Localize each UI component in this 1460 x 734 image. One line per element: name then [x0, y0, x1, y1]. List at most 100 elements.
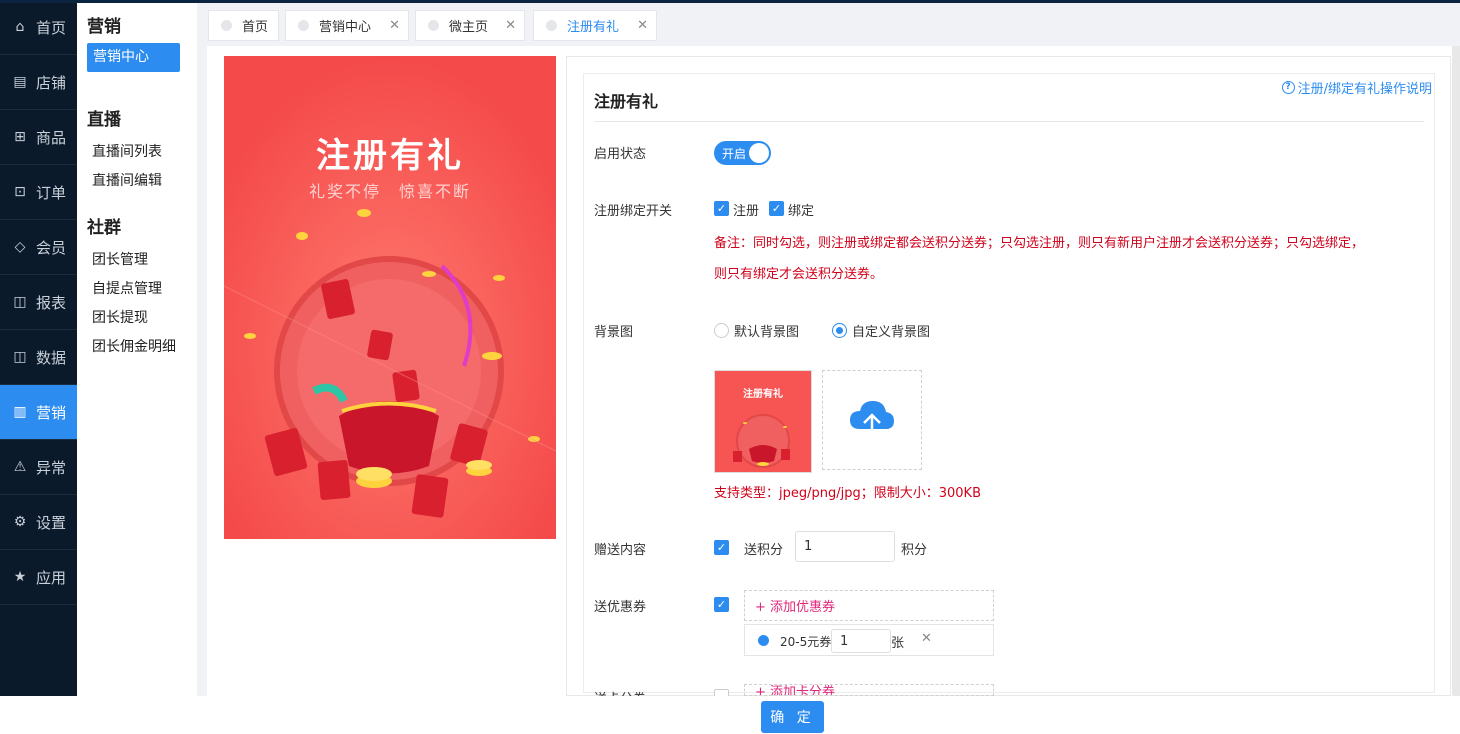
nav-item-label: 商品 — [36, 128, 67, 147]
submenu-item-pickup-manage[interactable]: 自提点管理 — [77, 275, 197, 304]
tab-label: 营销中心 — [319, 20, 372, 35]
sub-menu: 营销 营销中心 直播 直播间列表 直播间编辑 社群 团长管理 自提点管理 团长提… — [77, 0, 197, 734]
coupon-label: 送优惠券 — [594, 600, 647, 615]
thumbnail-title: 注册有礼 — [743, 389, 783, 400]
warning-icon: ⚠ — [13, 459, 27, 475]
default-bg-label: 默认背景图 — [734, 325, 800, 340]
store-icon: ▤ — [13, 74, 27, 90]
status-label: 启用状态 — [594, 147, 647, 162]
tab-dot-icon — [428, 20, 439, 31]
nav-item-orders[interactable]: ⊡ 订单 — [0, 165, 77, 220]
nav-item-members[interactable]: ◇ 会员 — [0, 220, 77, 275]
note-line-2: 则只有绑定才会送积分送券。 — [714, 267, 884, 282]
nav-item-exceptions[interactable]: ⚠ 异常 — [0, 440, 77, 495]
tab-bar: 首页 营销中心 ✕ 微主页 ✕ 注册有礼 ✕ — [197, 3, 1460, 46]
nav-item-label: 订单 — [36, 183, 67, 202]
coupon-item: 20-5元券 张 ✕ — [744, 624, 994, 656]
bind-checkbox[interactable]: ✓ — [769, 201, 784, 216]
tab-dot-icon — [221, 20, 232, 31]
tab-home[interactable]: 首页 — [208, 10, 279, 41]
coupon-checkbox[interactable]: ✓ — [714, 597, 729, 612]
status-switch[interactable]: 开启 — [714, 141, 771, 165]
confirm-button[interactable]: 确 定 — [761, 701, 824, 733]
submenu-item-marketing-center[interactable]: 营销中心 — [87, 43, 180, 72]
nav-item-apps[interactable]: ★ 应用 — [0, 550, 77, 605]
nav-item-goods[interactable]: ⊞ 商品 — [0, 110, 77, 165]
submenu-item-live-edit[interactable]: 直播间编辑 — [77, 167, 197, 196]
close-icon[interactable]: ✕ — [637, 18, 648, 33]
home-icon: ⌂ — [15, 19, 25, 35]
nav-item-data[interactable]: ◫ 数据 — [0, 330, 77, 385]
main-nav: ⌂ 首页 ▤ 店铺 ⊞ 商品 ⊡ 订单 ◇ 会员 ◫ 报表 ◫ 数据 ▥ 营销 ⚠ 异常 ⚙ 设置 … — [0, 0, 77, 734]
tab-dot-icon — [298, 20, 309, 31]
footer-bar — [0, 696, 1460, 734]
form-title: 注册有礼 — [594, 92, 659, 111]
poster-preview: 注册有礼 礼奖不停 惊喜不断 — [224, 56, 556, 539]
switch-knob — [749, 143, 769, 163]
points-unit: 积分 — [901, 543, 928, 558]
tab-label: 首页 — [242, 20, 269, 35]
question-circle-icon: ? — [1281, 81, 1295, 94]
submenu-group-title: 直播 — [87, 110, 121, 130]
coupon-qty-input[interactable] — [831, 629, 891, 653]
add-card-coupon-button[interactable]: + 添加卡分券 — [744, 684, 994, 696]
tab-label: 微主页 — [449, 20, 489, 35]
coupon-qty-unit: 张 — [891, 636, 905, 651]
poster-subtitle: 礼奖不停 惊喜不断 — [308, 182, 471, 201]
content-scrollbar[interactable] — [1452, 46, 1460, 696]
nav-item-label: 报表 — [36, 293, 67, 312]
default-bg-radio[interactable] — [714, 323, 729, 338]
nav-item-reports[interactable]: ◫ 报表 — [0, 275, 77, 330]
points-input[interactable] — [795, 531, 895, 562]
gift-icon: ⊞ — [14, 129, 26, 145]
submenu-item-leader-manage[interactable]: 团长管理 — [77, 246, 197, 275]
tab-micro-home[interactable]: 微主页 ✕ — [415, 10, 525, 41]
background-label: 背景图 — [594, 325, 634, 340]
nav-item-label: 数据 — [36, 348, 67, 367]
help-link-text: 注册/绑定有礼操作说明 — [1297, 82, 1432, 97]
nav-item-home[interactable]: ⌂ 首页 — [0, 0, 77, 55]
gift-content-label: 赠送内容 — [594, 543, 647, 558]
tab-register-gift[interactable]: 注册有礼 ✕ — [533, 10, 657, 41]
custom-bg-label: 自定义背景图 — [852, 325, 931, 340]
help-link[interactable]: ? 注册/绑定有礼操作说明 — [1281, 78, 1432, 97]
nav-item-label: 首页 — [36, 18, 67, 37]
tab-dot-icon — [546, 20, 557, 31]
close-icon[interactable]: ✕ — [921, 631, 932, 646]
submenu-item-leader-withdraw[interactable]: 团长提现 — [77, 304, 197, 333]
lock-icon: ◫ — [13, 349, 27, 365]
coupon-dot-icon — [758, 635, 769, 646]
points-checkbox[interactable]: ✓ — [714, 540, 729, 555]
order-icon: ⊡ — [14, 184, 26, 200]
settings-panel: 注册有礼 ? 注册/绑定有礼操作说明 启用状态 开启 注册绑定开关 ✓ 注册 ✓ … — [566, 56, 1451, 707]
submenu-item-live-list[interactable]: 直播间列表 — [77, 138, 197, 167]
background-thumbnail[interactable]: 注册有礼 — [714, 370, 812, 473]
settings-form: 注册有礼 ? 注册/绑定有礼操作说明 启用状态 开启 注册绑定开关 ✓ 注册 ✓ … — [583, 73, 1435, 707]
nav-item-marketing[interactable]: ▥ 营销 — [0, 385, 77, 440]
nav-item-label: 店铺 — [36, 73, 67, 92]
gear-icon: ⚙ — [13, 514, 27, 530]
bind-label: 注册绑定开关 — [594, 204, 673, 219]
title-divider — [594, 121, 1424, 122]
note-line-1: 备注：同时勾选，则注册或绑定都会送积分送券；只勾选注册，则只有新用户注册才会送积… — [714, 236, 1365, 251]
submenu-item-leader-commission[interactable]: 团长佣金明细 — [77, 333, 197, 362]
poster-title: 注册有礼 — [316, 136, 464, 176]
close-icon[interactable]: ✕ — [505, 18, 516, 33]
nav-item-store[interactable]: ▤ 店铺 — [0, 55, 77, 110]
register-checkbox[interactable]: ✓ — [714, 201, 729, 216]
nav-item-settings[interactable]: ⚙ 设置 — [0, 495, 77, 550]
nav-item-label: 营销 — [36, 403, 67, 422]
upload-button[interactable] — [822, 370, 922, 470]
bind-checkbox-label: 绑定 — [788, 204, 815, 219]
star-icon: ★ — [13, 569, 27, 585]
diamond-icon: ◇ — [14, 239, 26, 255]
nav-item-label: 应用 — [36, 568, 67, 587]
close-icon[interactable]: ✕ — [389, 18, 400, 33]
cloud-upload-icon — [850, 401, 894, 439]
add-coupon-button[interactable]: + 添加优惠券 — [744, 590, 994, 621]
tab-marketing-center[interactable]: 营销中心 ✕ — [285, 10, 409, 41]
upload-hint: 支持类型：jpeg/png/jpg；限制大小：300KB — [714, 486, 981, 501]
submenu-group-title: 社群 — [87, 218, 121, 238]
tab-label: 注册有礼 — [567, 20, 620, 35]
custom-bg-radio[interactable] — [832, 323, 847, 338]
